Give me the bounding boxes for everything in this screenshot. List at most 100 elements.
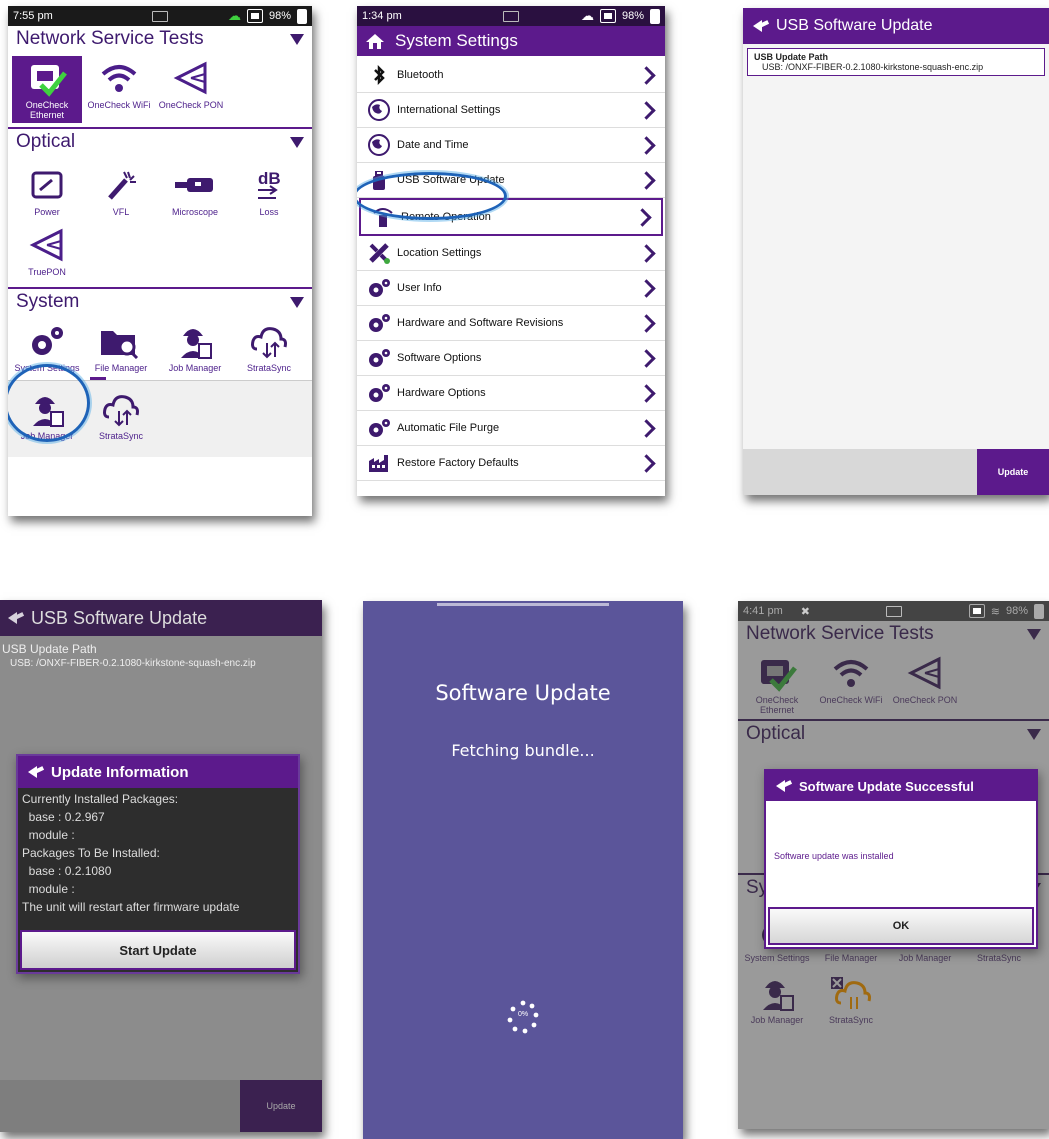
satellite-icon [367,242,391,264]
tile-job-manager[interactable]: Job Manager [160,319,230,373]
tile-onecheck-ethernet[interactable]: OneCheck Ethernet [742,651,812,715]
info-line: base : 0.2.967 [22,810,105,824]
tile-system-settings[interactable]: System Settings [12,319,82,373]
settings-item-label: Remote Operation [401,211,491,223]
tile-onecheck-ethernet[interactable]: OneCheck Ethernet [12,56,82,123]
settings-item-label: Hardware Options [397,387,486,399]
tile-label: Job Manager [168,363,222,373]
tile-label: OneCheck WiFi [819,695,883,705]
progress-status: Fetching bundle... [451,741,595,760]
chevron-right-icon [637,383,656,403]
section-title: Network Service Tests [16,28,204,49]
update-success-dialog: Software Update Successful Software upda… [764,769,1038,949]
tile-microscope[interactable]: Microscope [160,163,230,217]
battery-icon [297,8,307,24]
remote-icon [371,206,395,228]
cloud-sync-error-icon [831,977,871,1009]
tile-label: OneCheck Ethernet [25,100,69,120]
tile-file-manager[interactable]: File Manager [86,319,156,373]
settings-item-software-options[interactable]: Software Options [357,341,665,376]
section-title: Optical [746,723,806,744]
pon-splitter-icon [907,656,941,690]
settings-item-hardware-options[interactable]: Hardware Options [357,376,665,411]
tile-stratasync[interactable]: StrataSync [234,319,304,373]
screen-home-after: 4:41 pm ✖ ≋ 98% Network Service Tests On… [738,601,1049,1129]
tile-onecheck-wifi[interactable]: OneCheck WiFi [84,56,154,123]
dialog-title: Software Update Successful [799,778,974,794]
settings-item-label: Bluetooth [397,69,444,81]
storage-icon [599,9,616,23]
home-icon[interactable] [365,32,385,50]
factory-icon [367,453,391,473]
progress-title: Software Update [435,681,611,705]
status-bar: 4:41 pm ✖ ≋ 98% [738,601,1049,621]
status-time: 1:34 pm [362,10,402,22]
update-button[interactable]: Update [240,1080,322,1132]
start-update-button[interactable]: Start Update [20,930,296,970]
gears-icon [367,348,391,368]
usb-icon [367,169,391,191]
page-title: USB Software Update [776,17,933,34]
settings-item-international-settings[interactable]: International Settings [357,93,665,128]
info-line: The unit will restart after firmware upd… [22,900,240,914]
tile-loss[interactable]: dB Loss [234,163,304,217]
settings-item-label: Date and Time [397,139,469,151]
loss-db-icon: dB [258,169,281,199]
gears-icon [367,313,391,333]
section-header-network[interactable]: Network Service Tests [8,26,312,52]
tile-truepon[interactable]: TruePON [12,223,82,277]
tile-job-manager-bottom[interactable]: Job Manager [12,387,82,453]
tile-label: StrataSync [976,953,1022,963]
battery-percent: 98% [268,10,291,22]
chevron-right-icon [637,135,656,155]
back-arrow-icon[interactable] [28,766,37,778]
settings-item-location-settings[interactable]: Location Settings [357,236,665,271]
tile-onecheck-wifi[interactable]: OneCheck WiFi [816,651,886,715]
svg-text:dB: dB [258,169,281,188]
back-arrow-icon[interactable] [8,612,17,624]
tile-label: StrataSync [98,431,144,441]
storage-icon [968,604,985,618]
chevron-right-icon [637,453,656,473]
settings-item-bluetooth[interactable]: Bluetooth [357,58,665,93]
tile-vfl[interactable]: VFL [86,163,156,217]
section-header-optical[interactable]: Optical [8,129,312,155]
vfl-laser-icon [108,171,136,200]
back-arrow-icon[interactable] [776,780,785,792]
update-button[interactable]: Update [977,449,1049,495]
chevron-right-icon [637,170,656,190]
back-arrow-icon[interactable] [753,20,762,32]
worker-icon [33,397,64,427]
collapse-triangle-icon [1027,728,1041,740]
tile-job-manager-bottom[interactable]: Job Manager [742,971,812,1025]
status-time: 7:55 pm [13,10,53,22]
tile-stratasync-bottom[interactable]: StrataSync [816,971,886,1025]
tile-onecheck-pon[interactable]: OneCheck PON [890,651,960,715]
tile-label: System Settings [744,953,810,963]
settings-item-hardware-and-software-revisions[interactable]: Hardware and Software Revisions [357,306,665,341]
ok-button[interactable]: OK [768,907,1034,945]
settings-item-restore-factory-defaults[interactable]: Restore Factory Defaults [357,446,665,481]
settings-item-usb-software-update[interactable]: USB Software Update [357,163,665,198]
settings-item-user-info[interactable]: User Info [357,271,665,306]
chevron-right-icon [637,65,656,85]
info-line: module : [22,882,75,896]
title-bar: System Settings [357,26,665,56]
settings-item-remote-operation[interactable]: Remote Operation [359,198,663,236]
settings-item-date-and-time[interactable]: Date and Time [357,128,665,163]
dialog-title: Update Information [51,763,189,781]
tile-onecheck-pon[interactable]: OneCheck PON [156,56,226,123]
tile-label: VFL [112,207,130,217]
usb-path-field[interactable]: USB Update Path USB: /ONXF-FIBER-0.2.108… [747,48,1045,76]
settings-item-label: Location Settings [397,247,482,259]
settings-item-automatic-file-purge[interactable]: Automatic File Purge [357,411,665,446]
settings-item-label: International Settings [397,104,501,116]
storage-icon [246,9,263,23]
section-header-optical[interactable]: Optical [738,721,1049,747]
tile-power[interactable]: Power [12,163,82,217]
section-header-network[interactable]: Network Service Tests [738,621,1049,647]
ethernet-check-icon [761,660,797,692]
tile-label: Job Manager [750,1015,804,1025]
section-header-system[interactable]: System [8,289,312,315]
tile-stratasync-bottom[interactable]: StrataSync [86,387,156,453]
